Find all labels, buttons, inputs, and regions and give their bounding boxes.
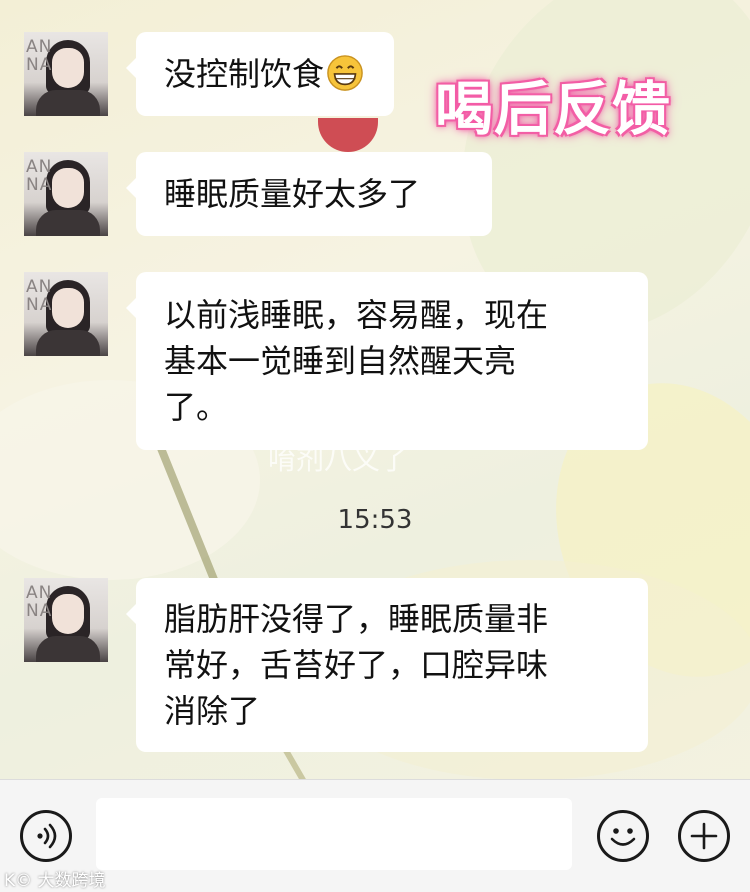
message-input[interactable] bbox=[96, 798, 572, 870]
message-text-line: 了。 bbox=[164, 388, 229, 426]
feedback-title-label: 喝后反馈 bbox=[435, 75, 672, 143]
avatar-text: AN NA bbox=[26, 277, 53, 315]
message-text-line: 基本一觉睡到自然醒天亮 bbox=[164, 342, 517, 380]
grinning-face-icon bbox=[327, 55, 363, 91]
background-flower-accent bbox=[318, 118, 378, 152]
avatar-face bbox=[52, 594, 84, 634]
message-text-line: 消除了 bbox=[164, 692, 261, 730]
message-bubble[interactable]: 脂肪肝没得了，睡眠质量非 常好，舌苔好了，口腔异味 消除了 bbox=[126, 578, 648, 752]
avatar-face bbox=[52, 48, 84, 88]
watermark-label: K© 大数跨境 bbox=[4, 871, 106, 891]
avatar-face bbox=[52, 168, 84, 208]
avatar-text: AN NA bbox=[26, 37, 53, 75]
message-text-line: 脂肪肝没得了，睡眠质量非 bbox=[164, 600, 549, 638]
avatar-face bbox=[52, 288, 84, 328]
message-text-line: 以前浅睡眠，容易醒，现在 bbox=[164, 296, 549, 334]
message-text-line: 常好，舌苔好了，口腔异味 bbox=[164, 646, 549, 684]
message-text: 没控制饮食 bbox=[164, 55, 325, 93]
avatar-body bbox=[36, 210, 100, 236]
emoji-button[interactable] bbox=[597, 810, 649, 862]
emoji-icon bbox=[610, 828, 636, 846]
avatar-body bbox=[36, 90, 100, 116]
message-text: 睡眠质量好太多了 bbox=[164, 175, 421, 213]
avatar[interactable]: AN NA bbox=[24, 272, 108, 356]
avatar-body bbox=[36, 330, 100, 356]
message-timestamp: 15:53 bbox=[337, 505, 413, 535]
avatar[interactable]: AN NA bbox=[24, 32, 108, 116]
voice-icon bbox=[37, 823, 57, 849]
avatar[interactable]: AN NA bbox=[24, 152, 108, 236]
message-bubble[interactable]: 以前浅睡眠，容易醒，现在 基本一觉睡到自然醒天亮 了。 bbox=[126, 272, 648, 450]
more-options-button[interactable] bbox=[678, 810, 730, 862]
avatar-text: AN NA bbox=[26, 583, 53, 621]
message-bubble[interactable]: 睡眠质量好太多了 bbox=[126, 152, 492, 236]
voice-input-button[interactable] bbox=[20, 810, 72, 862]
plus-icon bbox=[690, 822, 718, 850]
avatar-text: AN NA bbox=[26, 157, 53, 195]
avatar[interactable]: AN NA bbox=[24, 578, 108, 662]
message-bubble[interactable]: 没控制饮食 bbox=[126, 32, 394, 116]
chat-input-bar bbox=[0, 779, 750, 892]
avatar-body bbox=[36, 636, 100, 662]
